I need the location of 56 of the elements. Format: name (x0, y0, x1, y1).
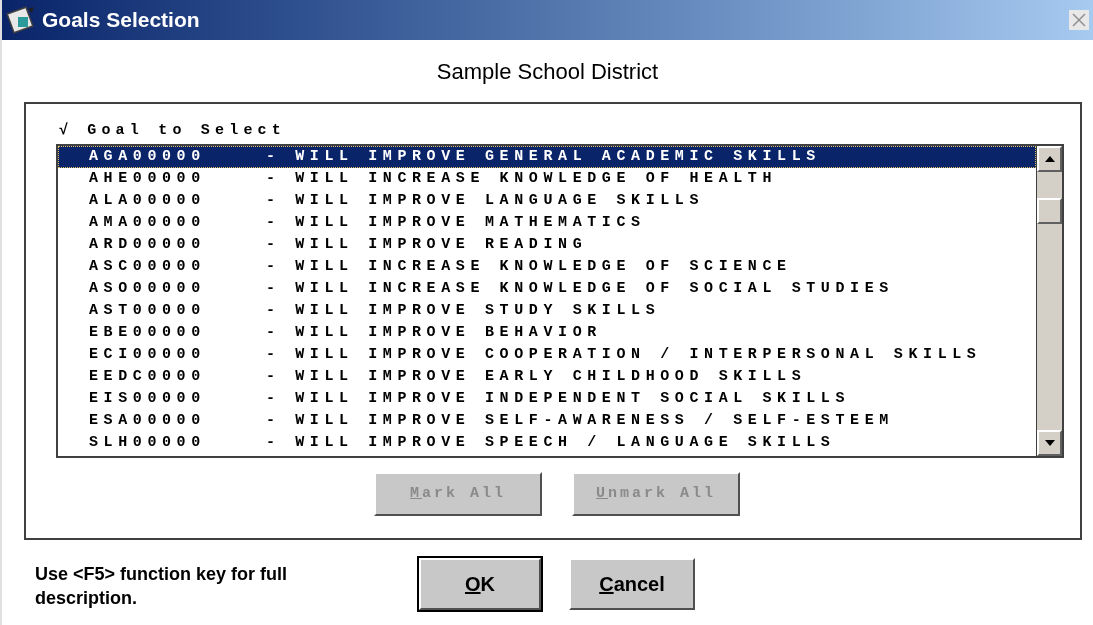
goal-description: - WILL INCREASE KNOWLEDGE OF HEALTH (266, 168, 778, 189)
goal-code: SLH00000 (89, 432, 207, 453)
goal-description: - WILL IMPROVE READING (266, 234, 588, 255)
goal-row[interactable]: EEDC0000 - WILL IMPROVE EARLY CHILDHOOD SKILLS (58, 366, 1036, 388)
goal-code: EBE00000 (89, 322, 207, 343)
close-icon[interactable] (1069, 10, 1089, 30)
goal-row[interactable]: AGA00000 - WILL IMPROVE GENERAL ACADEMIC SKILLS (58, 146, 1036, 168)
goal-description: - WILL IMPROVE MATHEMATICS (266, 212, 646, 233)
goal-description: - WILL INCREASE KNOWLEDGE OF SOCIAL STUDIES (266, 278, 894, 299)
goal-description: - WILL IMPROVE COOPERATION / INTERPERSONAL SKILLS (266, 344, 982, 365)
goal-description: - WILL IMPROVE EARLY CHILDHOOD SKILLS (266, 366, 807, 387)
help-hint: Use <F5> function key for full description. (35, 563, 289, 610)
goal-row[interactable]: AMA00000 - WILL IMPROVE MATHEMATICS (58, 212, 1036, 234)
goal-code: EEDC0000 (89, 366, 207, 387)
goal-row[interactable]: ASC00000 - WILL INCREASE KNOWLEDGE OF SCIENCE (58, 256, 1036, 278)
goal-description: - WILL IMPROVE SELF-AWARENESS / SELF-ESTEEM (266, 410, 894, 431)
goal-code: EIS00000 (89, 388, 207, 409)
scroll-bar[interactable] (1036, 146, 1062, 456)
check-mark-header: √ (59, 120, 74, 141)
goal-row[interactable]: ESA00000 - WILL IMPROVE SELF-AWARENESS / SELF-ESTEEM (58, 410, 1036, 432)
district-heading: Sample School District (436, 58, 659, 86)
goal-code: AGA00000 (89, 146, 207, 167)
goal-description: - WILL IMPROVE SPEECH / LANGUAGE SKILLS (266, 432, 836, 453)
goal-code: AHE00000 (89, 168, 207, 189)
dialog-button[interactable]: Cancel (569, 558, 695, 610)
goal-description: - WILL IMPROVE LANGUAGE SKILLS (266, 190, 705, 211)
goal-row[interactable]: EIS00000 - WILL IMPROVE INDEPENDENT SOCIAL SKILLS (58, 388, 1036, 410)
goal-row[interactable]: ECI00000 - WILL IMPROVE COOPERATION / INTERPERSONAL SKILLS (58, 344, 1036, 366)
goal-code: ECI00000 (89, 344, 207, 365)
goal-row[interactable]: ALA00000 - WILL IMPROVE LANGUAGE SKILLS (58, 190, 1036, 212)
scroll-up-button[interactable] (1037, 146, 1062, 172)
goal-code: ASO00000 (89, 278, 207, 299)
goal-code: AST00000 (89, 300, 207, 321)
dialog-button[interactable]: OK (419, 558, 541, 610)
goal-description: - WILL IMPROVE GENERAL ACADEMIC SKILLS (266, 146, 821, 167)
goal-code: ESA00000 (89, 410, 207, 431)
window-title: Goals Selection (42, 7, 200, 34)
column-header: Goal to Select (87, 120, 287, 141)
goal-code: ALA00000 (89, 190, 207, 211)
goal-description: - WILL INCREASE KNOWLEDGE OF SCIENCE (266, 256, 792, 277)
goal-row[interactable]: SLH00000 - WILL IMPROVE SPEECH / LANGUAGE SKILLS (58, 432, 1036, 454)
goal-code: ASC00000 (89, 256, 207, 277)
scroll-thumb[interactable] (1037, 198, 1062, 224)
goal-description: - WILL IMPROVE STUDY SKILLS (266, 300, 661, 321)
goal-description: - WILL IMPROVE BEHAVIOR (266, 322, 602, 343)
goal-row[interactable]: ASO00000 - WILL INCREASE KNOWLEDGE OF SOCIAL STUDIES (58, 278, 1036, 300)
goal-row[interactable]: ARD00000 - WILL IMPROVE READING (58, 234, 1036, 256)
scroll-down-button[interactable] (1037, 430, 1062, 456)
goal-code: ARD00000 (89, 234, 207, 255)
goal-description: - WILL IMPROVE INDEPENDENT SOCIAL SKILLS (266, 388, 851, 409)
up-arrow-icon (1044, 156, 1055, 162)
goal-row[interactable]: EBE00000 - WILL IMPROVE BEHAVIOR (58, 322, 1036, 344)
goal-row[interactable]: AHE00000 - WILL INCREASE KNOWLEDGE OF HEALTH (58, 168, 1036, 190)
goal-row[interactable]: AST00000 - WILL IMPROVE STUDY SKILLS (58, 300, 1036, 322)
goal-code: AMA00000 (89, 212, 207, 233)
down-arrow-icon (1044, 440, 1055, 446)
